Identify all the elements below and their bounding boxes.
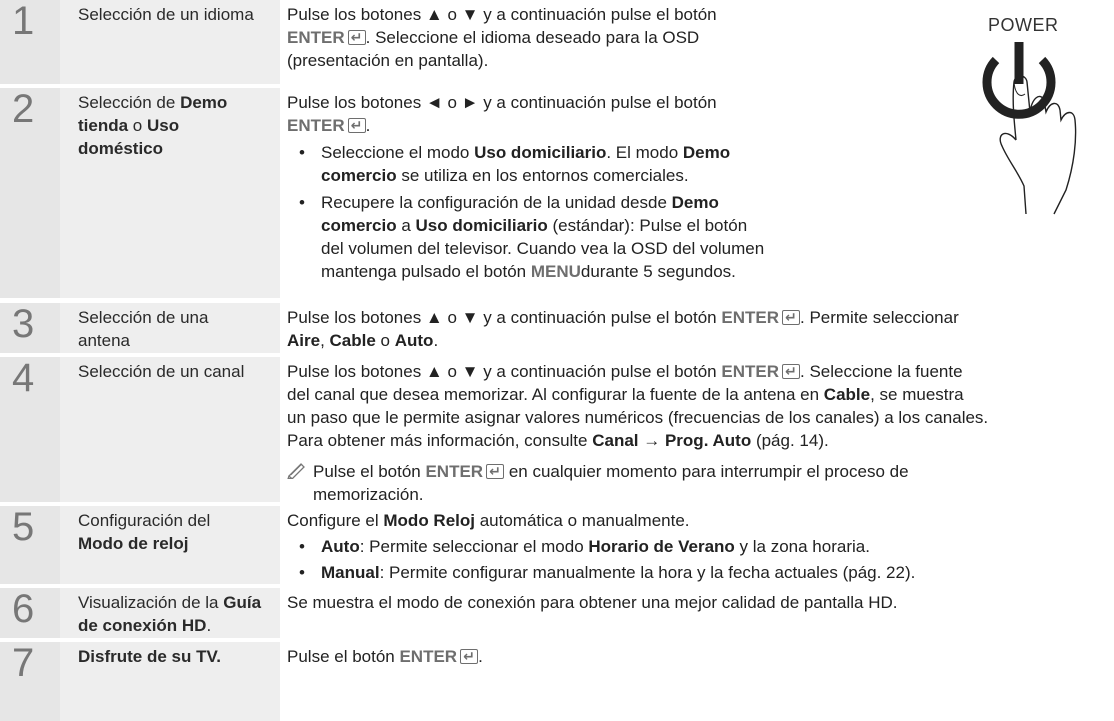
- step-title: Selección de Demo tienda o Uso doméstico: [60, 88, 280, 298]
- step-2: 2 Selección de Demo tienda o Uso domésti…: [0, 87, 1114, 298]
- power-hand-icon: [982, 42, 1077, 215]
- enter-icon: [347, 26, 366, 49]
- note: Pulse el botón ENTER en cualquier moment…: [287, 460, 1108, 506]
- step-6: 6 Visualización de la Guía de conexión H…: [0, 587, 1114, 638]
- list-item: Manual: Permite configurar manualmente l…: [287, 561, 1108, 584]
- step-title: Disfrute de su TV.: [60, 642, 280, 721]
- power-button-illustration: POWER: [954, 0, 1114, 220]
- step-number: 2: [0, 87, 60, 298]
- step-1: 1 Selección de un idioma Pulse los boton…: [0, 0, 1114, 84]
- step-7: 7 Disfrute de su TV. Pulse el botón ENTE…: [0, 641, 1114, 721]
- step-4: 4 Selección de un canal Pulse los botone…: [0, 356, 1114, 504]
- list-item: Auto: Permite seleccionar el modo Horari…: [287, 535, 1108, 558]
- step-number: 1: [0, 0, 60, 84]
- enter-icon: [486, 460, 505, 483]
- step-title: Selección de un idioma: [60, 0, 280, 84]
- step-number: 3: [0, 302, 60, 353]
- step-5: 5 Configuración del Modo de reloj Config…: [0, 505, 1114, 584]
- step-title: Selección de un canal: [60, 357, 280, 502]
- step-description: Pulse los botones ▲ o ▼ y a continuación…: [287, 303, 1108, 352]
- step-description: Configure el Modo Reloj automática o man…: [287, 506, 1108, 584]
- enter-icon: [782, 360, 800, 383]
- step-number: 4: [0, 356, 60, 502]
- enter-icon: [347, 114, 366, 137]
- step-3: 3 Selección de una antena Pulse los boto…: [0, 302, 1114, 353]
- step-number: 6: [0, 587, 60, 638]
- step-number: 7: [0, 641, 60, 721]
- step-title: Configuración del Modo de reloj: [60, 506, 280, 584]
- enter-icon: [460, 645, 479, 668]
- step-description: Se muestra el modo de conexión para obte…: [287, 593, 898, 612]
- step-title: Visualización de la Guía de conexión HD.: [60, 588, 280, 638]
- step-description: Pulse el botón ENTER.: [287, 642, 1108, 668]
- note-pencil-icon: [287, 461, 307, 480]
- step-title: Selección de una antena: [60, 303, 280, 353]
- step-description: Pulse los botones ▲ o ▼ y a continuación…: [287, 357, 1108, 506]
- enter-icon: [782, 306, 800, 329]
- step-number: 5: [0, 505, 60, 584]
